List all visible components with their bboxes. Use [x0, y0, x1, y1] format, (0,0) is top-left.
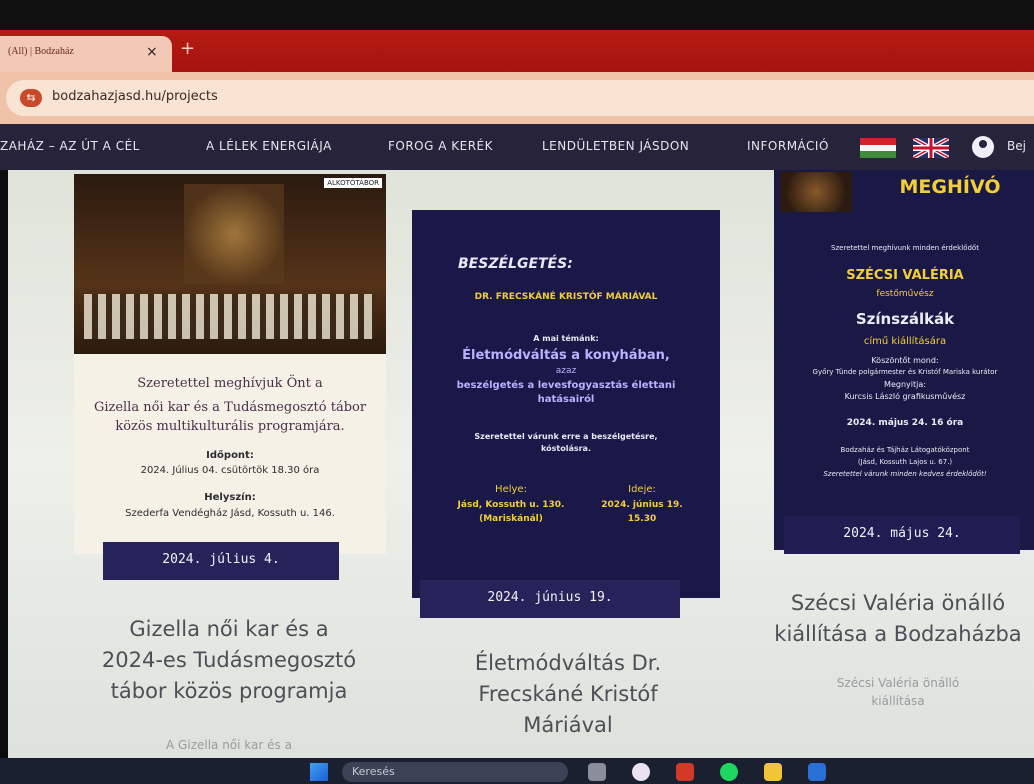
card-title-line-2[interactable]: kiállítása a Bodzaházba: [748, 619, 1034, 650]
event-date-bar: 2024. május 24.: [784, 516, 1020, 554]
hungarian-flag-icon[interactable]: [860, 138, 896, 158]
talk-place-1: Jásd, Kossuth u. 130.: [457, 500, 565, 510]
venue-line-1: Bodzaház és Tájház Látogatóközpont: [840, 446, 970, 454]
nav-item-informacio[interactable]: INFORMÁCIÓ: [747, 139, 829, 153]
greeters: Győry Tünde polgármester és Kristóf Mari…: [812, 368, 998, 376]
talk-topic-sub-2: hatásairól: [537, 394, 595, 405]
venue-line-2: (Jásd, Kossuth Lajos u. 67.): [857, 458, 953, 466]
choir-concert-photo: ALKOTÓTÁBOR: [74, 174, 386, 354]
card-title[interactable]: Szécsi Valéria önálló kiállítása a Bodza…: [748, 588, 1034, 650]
user-account-icon[interactable]: [972, 136, 994, 158]
talk-topic-label: A mai témánk:: [533, 334, 599, 343]
event-date-bar: 2024. július 4.: [103, 542, 339, 580]
card-title-line-1[interactable]: Életmódváltás Dr.: [408, 648, 728, 679]
task-view-icon[interactable]: [588, 763, 606, 781]
english-flag-icon[interactable]: [913, 138, 949, 158]
exhibition-sub: című kiállítására: [863, 336, 947, 347]
card-title-line-3[interactable]: Máriával: [408, 710, 728, 741]
event-poster-exhibition[interactable]: MEGHÍVÓ Szeretettel meghívunk minden érd…: [774, 170, 1034, 550]
card-excerpt: Szécsi Valéria önálló kiállítása: [768, 674, 1028, 710]
talk-topic-or: azaz: [555, 366, 577, 376]
exhibition-invite: Szeretettel meghívunk minden érdeklődőt: [831, 244, 979, 252]
poster-invite-line-2: Gizella női kar és a Tudásmegosztó tábor: [93, 400, 367, 415]
nav-item-bodzahaz[interactable]: ZAHÁZ – AZ ÚT A CÉL: [0, 139, 140, 153]
windows-start-icon[interactable]: [310, 763, 328, 781]
nav-item-lenduletben-jasdon[interactable]: LENDÜLETBEN JÁSDON: [542, 139, 689, 153]
url-text[interactable]: bodzahazjasd.hu/projects: [52, 89, 218, 104]
camp-label: ALKOTÓTÁBOR: [324, 178, 382, 188]
event-poster-talk[interactable]: BESZÉLGETÉS: DR. FRECSKÁNÉ KRISTÓF MÁRIÁ…: [412, 210, 720, 598]
talk-place-label: Helye:: [495, 484, 527, 495]
card-title-line-3[interactable]: tábor közös programja: [46, 676, 412, 707]
poster-invite-line-1: Szeretettel meghívjuk Önt a: [137, 376, 323, 391]
browser-tab-strip: (All) | Bodzaház × +: [0, 30, 1034, 72]
new-tab-button[interactable]: +: [180, 38, 195, 59]
exhibition-datetime: 2024. május 24. 16 óra: [846, 418, 964, 428]
tab-title: (All) | Bodzaház: [8, 46, 74, 57]
talk-welcome-1: Szeretettel várunk erre a beszélgetésre,: [474, 432, 658, 441]
media-app-icon[interactable]: [676, 763, 694, 781]
exhibition-name: Színszálkák: [855, 310, 955, 328]
event-poster-choir[interactable]: ALKOTÓTÁBOR Szeretettel meghívjuk Önt a …: [74, 174, 386, 554]
browser-toolbar: ⇆ bodzahazjasd.hu/projects: [0, 72, 1034, 124]
poster-place-value: Szederfa Vendégház Jásd, Kossuth u. 146.: [125, 508, 335, 519]
nav-item-lelek-energiaja[interactable]: A LÉLEK ENERGIÁJA: [206, 139, 332, 153]
greet-label: Köszöntőt mond:: [871, 356, 939, 365]
closing-note: Szeretettel várunk minden kedves érdeklő…: [823, 470, 987, 478]
poster-time-value: 2024. Július 04. csütörtök 18.30 óra: [140, 465, 320, 476]
invitation-heading: MEGHÍVÓ: [899, 176, 1001, 198]
poster-time-label: Időpont:: [206, 450, 254, 461]
card-title[interactable]: Gizella női kar és a 2024-es Tudásmegosz…: [46, 614, 412, 707]
poster-place-label: Helyszín:: [204, 492, 256, 503]
card-title-line-1[interactable]: Szécsi Valéria önálló: [748, 588, 1034, 619]
tab-close-icon[interactable]: ×: [146, 44, 158, 60]
card-excerpt: A Gizella női kar és a: [166, 738, 292, 752]
site-settings-icon[interactable]: ⇆: [20, 89, 42, 107]
file-explorer-icon[interactable]: [764, 763, 782, 781]
spotify-icon[interactable]: [720, 763, 738, 781]
talk-place-2: (Mariskánál): [479, 514, 543, 524]
card-excerpt-line-2: kiállítása: [871, 694, 925, 708]
card-title-line-1[interactable]: Gizella női kar és a: [46, 614, 412, 645]
choir-figures: [84, 294, 374, 339]
artist-role: festőművész: [876, 289, 934, 299]
artist-name: SZÉCSI VALÉRIA: [846, 268, 964, 283]
address-bar[interactable]: ⇆ bodzahazjasd.hu/projects: [6, 80, 1034, 116]
talk-time-1: 2024. június 19.: [601, 500, 683, 510]
event-date-bar: 2024. június 19.: [420, 580, 680, 618]
browser-tab[interactable]: (All) | Bodzaház ×: [0, 36, 172, 72]
card-title[interactable]: Életmódváltás Dr. Frecskáné Kristóf Mári…: [408, 648, 728, 741]
talk-heading: BESZÉLGETÉS:: [458, 256, 573, 272]
talk-welcome-2: kóstolásra.: [541, 444, 591, 453]
chrome-icon[interactable]: [632, 763, 650, 781]
card-excerpt-line-1: Szécsi Valéria önálló: [836, 676, 960, 690]
talk-topic-sub-1: beszélgetés a levesfogyasztás élettani: [456, 380, 676, 391]
talk-time-label: Ideje:: [628, 484, 656, 495]
card-title-line-2[interactable]: Frecskáné Kristóf: [408, 679, 728, 710]
opener-label: Megnyitja:: [884, 380, 926, 389]
talk-guest: DR. FRECSKÁNÉ KRISTÓF MÁRIÁVAL: [474, 292, 658, 302]
talk-time-2: 15.30: [627, 514, 657, 524]
projects-grid: ALKOTÓTÁBOR Szeretettel meghívjuk Önt a …: [8, 170, 1034, 758]
store-icon[interactable]: [808, 763, 826, 781]
poster-invite-line-3: közös multikulturális programjára.: [115, 419, 345, 434]
talk-topic-main: Életmódváltás a konyhában,: [462, 348, 670, 363]
taskbar-search-input[interactable]: Keresés: [342, 762, 568, 782]
login-link[interactable]: Bej: [1007, 139, 1026, 153]
nav-item-forog-a-kerek[interactable]: FOROG A KERÉK: [388, 139, 493, 153]
windows-taskbar: Keresés: [0, 758, 1034, 784]
card-title-line-2[interactable]: 2024-es Tudásmegosztó: [46, 645, 412, 676]
painting-thumbnail: [780, 172, 852, 212]
opener: Kurcsis László grafikusművész: [844, 392, 966, 401]
